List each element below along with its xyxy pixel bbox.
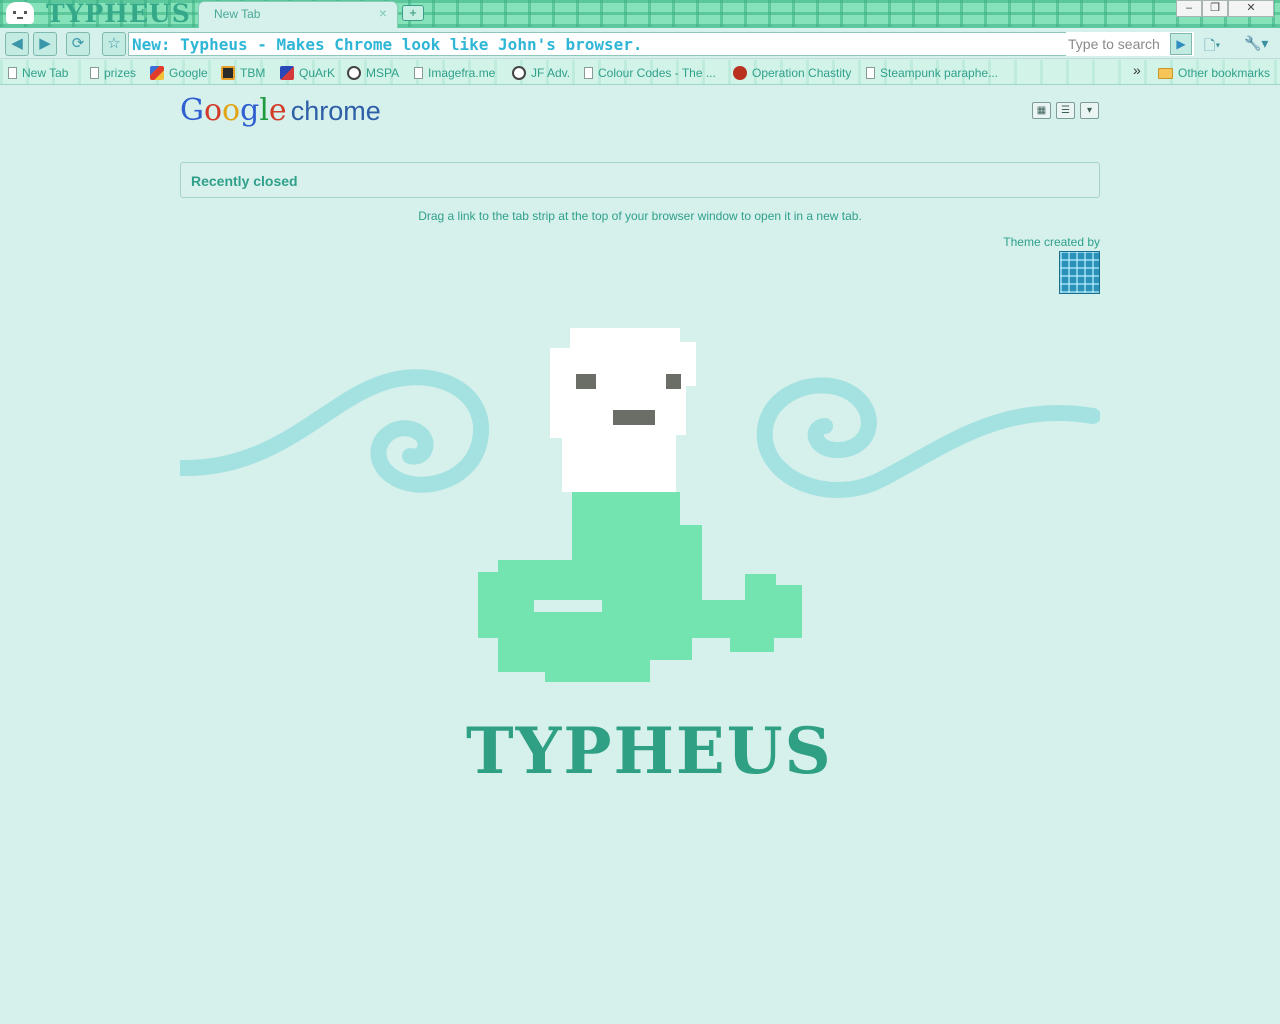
page-icon (90, 67, 99, 79)
close-window-button[interactable]: ✕ (1228, 0, 1274, 17)
grid-icon: ▦ (1036, 105, 1047, 116)
bookmark-label: MSPA (366, 66, 400, 80)
ghost-icon (6, 2, 34, 24)
drag-hint: Drag a link to the tab strip at the top … (418, 209, 862, 223)
toolbar: ◀ ▶ ⟳ ☆ New: Typheus - Makes Chrome look… (0, 29, 1280, 59)
bookmark-operation-chastity[interactable]: Operation Chastity (733, 64, 851, 82)
jf-adv-favicon-icon (512, 66, 526, 80)
ghost-mouth (613, 410, 655, 425)
quark-favicon-icon (280, 66, 294, 80)
bookmark-mspa[interactable]: MSPA (347, 64, 399, 82)
bookmark-new-tab[interactable]: New Tab (8, 64, 68, 82)
folder-icon (1158, 67, 1173, 79)
bookmark-label: JF Adv. (531, 66, 571, 80)
tab-strip: TYPHEUS New Tab × + – ❐ ✕ (0, 0, 1280, 28)
bookmark-quark[interactable]: QuArK (280, 64, 335, 82)
bookmark-label: QuArK (299, 66, 336, 80)
page-menu-button[interactable]: 🗋▾ (1204, 35, 1220, 59)
google-chrome-logo: Google chrome (180, 93, 381, 129)
logo-letter: e (268, 93, 287, 128)
bookmark-label: prizes (104, 66, 137, 80)
bookmarks-overflow-button[interactable]: » (1133, 62, 1141, 78)
page-icon (866, 67, 875, 79)
reload-icon: ⟳ (71, 35, 85, 52)
google-favicon-icon (150, 66, 164, 80)
serpent-gap (534, 600, 602, 612)
logo-letter: G (180, 93, 204, 128)
reload-button[interactable]: ⟳ (66, 32, 90, 56)
bookmark-label: Operation Chastity (752, 66, 852, 80)
forward-button[interactable]: ▶ (33, 32, 57, 56)
chevron-down-icon: ▾ (1086, 105, 1093, 116)
list-view-button[interactable]: ☰ (1056, 102, 1075, 119)
mspa-favicon-icon (347, 66, 361, 80)
tab-title: New Tab (214, 7, 261, 21)
bookmark-label: Colour Codes - The ... (598, 66, 716, 80)
bookmark-colour-codes[interactable]: Colour Codes - The ... (584, 64, 716, 82)
search-placeholder: Type to search (1068, 36, 1160, 52)
bookmark-label: Google (169, 66, 208, 80)
search-go-button[interactable]: ▶ (1170, 33, 1192, 55)
tbm-favicon-icon (221, 66, 235, 80)
new-tab-button[interactable]: + (402, 5, 424, 21)
minimize-button[interactable]: – (1176, 0, 1202, 17)
logo-letter: l (259, 93, 269, 128)
left-wind-swirl (180, 369, 490, 493)
back-button[interactable]: ◀ (5, 32, 29, 56)
star-icon: ☆ (107, 35, 121, 52)
bookmark-tbm[interactable]: TBM (221, 64, 265, 82)
ghost-left-eye (576, 374, 596, 389)
logo-letter: g (240, 93, 260, 128)
theme-creator-logo[interactable] (1059, 251, 1100, 294)
typheus-wordmark: TYPHEUS (466, 714, 833, 789)
maximize-button[interactable]: ❐ (1202, 0, 1228, 17)
theme-brand-text: TYPHEUS (46, 0, 191, 28)
window-controls: – ❐ ✕ (1176, 0, 1274, 18)
list-icon: ☰ (1061, 105, 1070, 116)
logo-chrome-word: chrome (290, 96, 381, 126)
bookmark-prizes[interactable]: prizes (90, 64, 136, 82)
other-bookmarks-label: Other bookmarks (1178, 66, 1271, 80)
forward-arrow-icon: ▶ (39, 35, 51, 52)
bookmark-label: New Tab (22, 66, 69, 80)
recently-closed-section[interactable]: Recently closed (180, 162, 1100, 198)
ghost-right-eye (666, 374, 681, 389)
bookmark-label: Steampunk paraphe... (880, 66, 999, 80)
page-icon (8, 67, 17, 79)
bookmark-google[interactable]: Google (150, 64, 208, 82)
logo-letter: o (203, 93, 223, 128)
operation-chastity-favicon-icon (733, 66, 747, 80)
serpent-tail (478, 492, 802, 682)
ntp-view-controls: ▦ ☰ ▾ (1032, 102, 1099, 119)
thumbnail-view-button[interactable]: ▦ (1032, 102, 1051, 119)
right-wind-swirl (756, 377, 1100, 498)
bookmark-imagefra-me[interactable]: Imagefra.me (414, 64, 495, 82)
address-bar[interactable]: New: Typheus - Makes Chrome look like Jo… (128, 32, 1168, 56)
back-arrow-icon: ◀ (11, 35, 23, 52)
address-text: New: Typheus - Makes Chrome look like Jo… (132, 35, 643, 54)
close-icon[interactable]: × (379, 5, 387, 21)
options-dropdown-button[interactable]: ▾ (1080, 102, 1099, 119)
bookmark-star-button[interactable]: ☆ (102, 32, 126, 56)
page-icon (584, 67, 593, 79)
bookmarks-bar: New Tab prizes Google TBM QuArK MSPA Ima… (0, 60, 1280, 85)
bookmark-jf-adv[interactable]: JF Adv. (512, 64, 570, 82)
page-icon (414, 67, 423, 79)
recently-closed-title: Recently closed (191, 173, 298, 189)
wrench-menu-button[interactable]: 🔧▾ (1244, 35, 1268, 52)
other-bookmarks[interactable]: Other bookmarks (1158, 64, 1270, 82)
bookmark-steampunk[interactable]: Steampunk paraphe... (866, 64, 998, 82)
bookmark-label: Imagefra.me (428, 66, 496, 80)
theme-credit: Theme created by (1003, 235, 1100, 249)
logo-letter: o (222, 93, 241, 128)
bookmark-label: TBM (240, 66, 266, 80)
tab-new-tab[interactable]: New Tab × (198, 1, 398, 28)
